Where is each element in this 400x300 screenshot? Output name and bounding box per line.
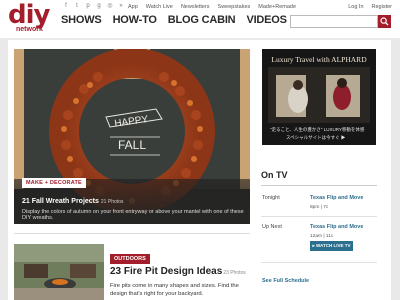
nav-how-to[interactable]: HOW-TO [113, 14, 157, 26]
card2-title-text: 23 Fire Pit Design Ideas [110, 266, 223, 277]
link-made-remade[interactable]: Made+Remade [258, 4, 296, 10]
rss-icon[interactable]: » [117, 2, 125, 10]
svg-text:HAPPY: HAPPY [114, 114, 149, 130]
svg-text:FALL: FALL [118, 138, 146, 152]
nav-shows[interactable]: SHOWS [61, 14, 102, 26]
hero-photo-count: 21 Photos [100, 199, 124, 205]
schedule-divider-bottom [261, 262, 377, 263]
ad-text-line2: スペシャルサイトは今すぐ ▶ [286, 135, 346, 140]
logo-subtext: network [16, 26, 43, 33]
facebook-icon[interactable]: f [62, 2, 70, 10]
schedule-show-tonight[interactable]: Texas Flip and Move [310, 195, 363, 201]
googleplus-icon[interactable]: g [95, 2, 103, 10]
search-input[interactable] [290, 15, 378, 28]
schedule-label-tonight: Tonight [262, 195, 280, 201]
logo-text: diy [8, 0, 50, 30]
ad-text-line1: "走ること、人生の豊かさ" LUXURY移動を体感 [270, 127, 365, 132]
site-header: diy network f t p g ◎ » App Watch Live N… [0, 0, 400, 38]
nav-blog-cabin[interactable]: BLOG CABIN [168, 14, 236, 26]
on-tv-heading: On TV [261, 170, 288, 180]
twitter-icon[interactable]: t [73, 2, 81, 10]
card2-photo-count: 23 Photos [223, 270, 246, 276]
link-app[interactable]: App [128, 4, 138, 10]
schedule-show-up-next[interactable]: Texas Flip and Move [310, 224, 363, 230]
card2-description: Fire pits come in many shapes and sizes.… [110, 283, 239, 297]
main-nav: SHOWS HOW-TO BLOG CABIN VIDEOS [61, 14, 287, 26]
card2-category-tag[interactable]: OUTDOORS [110, 254, 150, 264]
schedule-time-tonight: 8pm | 7c [310, 205, 329, 210]
on-tv-rule [261, 185, 377, 186]
card2-title[interactable]: 23 Fire Pit Design Ideas23 Photos [110, 266, 246, 277]
login-link[interactable]: Log In [348, 4, 363, 10]
account-links: Log In Register [348, 4, 392, 10]
fire-pit-thumbnail[interactable] [14, 244, 104, 300]
watch-live-tv-button[interactable]: ▸ WATCH LIVE TV [310, 241, 353, 251]
link-watch-live[interactable]: Watch Live [146, 4, 173, 10]
page: diy network f t p g ◎ » App Watch Live N… [0, 0, 400, 300]
nav-videos[interactable]: VIDEOS [246, 14, 287, 26]
hero-title[interactable]: 21 Fall Wreath Projects 21 Photos [22, 198, 123, 205]
link-newsletters[interactable]: Newsletters [181, 4, 210, 10]
hero-description: Display the colors of autumn on your fro… [22, 209, 244, 221]
ad-title: Luxury Travel with ALPHARD [271, 55, 367, 64]
schedule-divider [261, 216, 377, 217]
pinterest-icon[interactable]: p [84, 2, 92, 10]
search-button[interactable] [378, 15, 391, 28]
fire-pit-illustration [14, 244, 104, 300]
schedule-time-up-next: 12am | 11c [310, 234, 334, 239]
content-divider [14, 233, 250, 234]
hero-category-tag[interactable]: MAKE + DECORATE [22, 178, 86, 188]
register-link[interactable]: Register [372, 4, 392, 10]
search-icon [380, 17, 389, 26]
link-sweepstakes[interactable]: Sweepstakes [218, 4, 251, 10]
social-links: f t p g ◎ » [62, 2, 125, 10]
top-links: App Watch Live Newsletters Sweepstakes M… [128, 4, 296, 10]
schedule-label-up-next: Up Next [262, 224, 282, 230]
hero-title-text: 21 Fall Wreath Projects [22, 198, 99, 205]
diy-logo[interactable]: diy network [8, 0, 54, 34]
see-full-schedule-link[interactable]: See Full Schedule [262, 278, 309, 284]
instagram-icon[interactable]: ◎ [106, 2, 114, 10]
